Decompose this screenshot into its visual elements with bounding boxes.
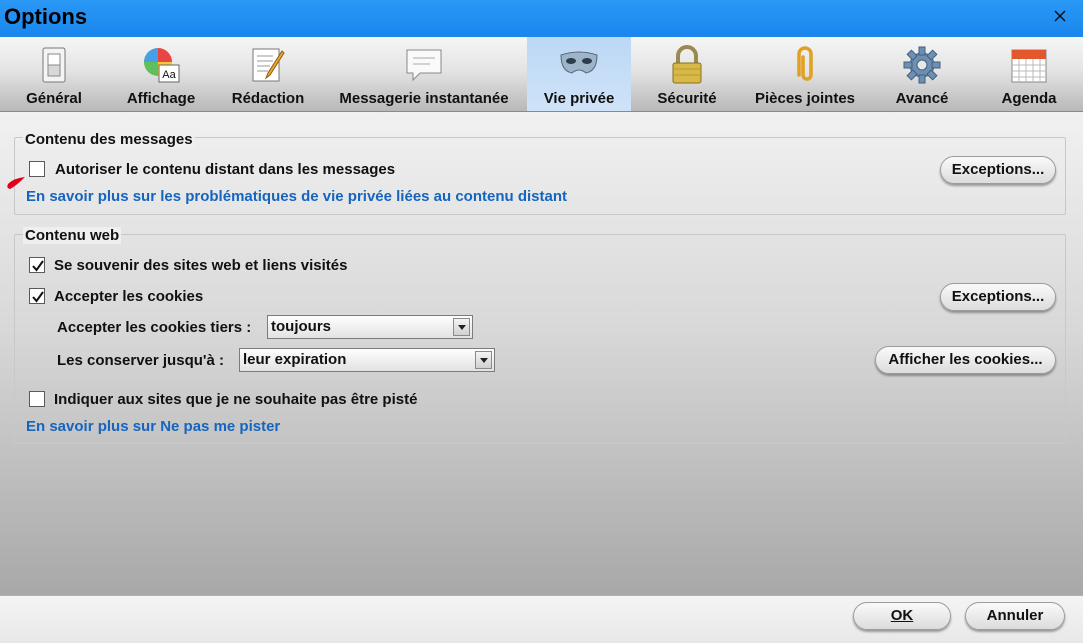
tab-avance[interactable]: Avancé [880, 37, 964, 111]
preferences-toolbar: Général Aa Affichage Rédaction Messageri… [0, 37, 1083, 112]
tab-agenda[interactable]: Agenda [988, 37, 1070, 111]
tab-label: Vie privée [543, 90, 615, 107]
paperclip-icon [785, 45, 825, 85]
keep-until-select[interactable]: leur expiration [239, 348, 495, 372]
accept-cookies-checkbox[interactable] [29, 288, 45, 304]
do-not-track-checkbox[interactable] [29, 391, 45, 407]
switch-icon [34, 45, 74, 85]
tab-securite[interactable]: Sécurité [643, 37, 731, 111]
remote-content-learn-more-link[interactable]: En savoir plus sur les problématiques de… [26, 188, 567, 205]
do-not-track-learn-more-link[interactable]: En savoir plus sur Ne pas me pister [26, 418, 280, 435]
window-title: Options [4, 4, 88, 29]
edit-document-icon [248, 45, 288, 85]
show-cookies-button[interactable]: Afficher les cookies... [875, 346, 1056, 374]
ok-button[interactable]: OK [853, 602, 951, 630]
keep-until-label: Les conserver jusqu'à : [57, 352, 224, 369]
tab-label: Sécurité [657, 90, 717, 107]
cancel-button[interactable]: Annuler [965, 602, 1065, 630]
tab-messagerie-instantanee[interactable]: Messagerie instantanée [330, 37, 518, 111]
tab-label: Général [26, 90, 82, 107]
tab-label: Avancé [895, 90, 949, 107]
tab-pieces-jointes[interactable]: Pièces jointes [744, 37, 866, 111]
third-party-cookies-value: toujours [271, 318, 331, 335]
web-content-legend: Contenu web [23, 227, 122, 244]
tab-redaction[interactable]: Rédaction [222, 37, 314, 111]
close-icon[interactable] [1051, 8, 1069, 26]
calendar-icon [1009, 45, 1049, 85]
ok-button-label: OK [890, 607, 914, 624]
tab-label: Affichage [126, 90, 196, 107]
gear-icon [902, 45, 942, 85]
cookie-exceptions-button[interactable]: Exceptions... [940, 283, 1056, 311]
chevron-down-icon[interactable] [453, 318, 470, 336]
tab-label: Messagerie instantanée [339, 90, 509, 107]
dialog-footer: OK Annuler [0, 595, 1083, 643]
mask-icon [559, 45, 599, 85]
tab-vie-privee[interactable]: Vie privée [527, 37, 631, 111]
third-party-cookies-label: Accepter les cookies tiers : [57, 319, 252, 336]
tab-label: Pièces jointes [754, 90, 856, 107]
remember-sites-label[interactable]: Se souvenir des sites web et liens visit… [54, 257, 347, 274]
padlock-icon [667, 45, 707, 85]
keep-until-value: leur expiration [243, 351, 347, 368]
do-not-track-label[interactable]: Indiquer aux sites que je ne souhaite pa… [54, 391, 417, 408]
svg-text:Aa: Aa [162, 69, 176, 81]
remember-sites-checkbox[interactable] [29, 257, 45, 273]
tab-label: Rédaction [231, 90, 305, 107]
third-party-cookies-select[interactable]: toujours [267, 315, 473, 339]
remote-content-label[interactable]: Autoriser le contenu distant dans les me… [55, 161, 395, 178]
message-exceptions-button[interactable]: Exceptions... [940, 156, 1056, 184]
palette-icon: Aa [141, 45, 181, 85]
chat-bubble-icon [404, 45, 444, 85]
tab-affichage[interactable]: Aa Affichage [110, 37, 212, 111]
accept-cookies-label[interactable]: Accepter les cookies [54, 288, 203, 305]
remote-content-checkbox[interactable] [29, 161, 45, 177]
title-bar: Options [0, 0, 1083, 37]
cursor-marker-icon [6, 176, 26, 190]
privacy-panel: Contenu des messages Autoriser le conten… [0, 112, 1083, 595]
chevron-down-icon[interactable] [475, 351, 492, 369]
tab-general[interactable]: Général [8, 37, 100, 111]
tab-label: Agenda [1001, 90, 1057, 107]
message-content-legend: Contenu des messages [23, 131, 195, 148]
